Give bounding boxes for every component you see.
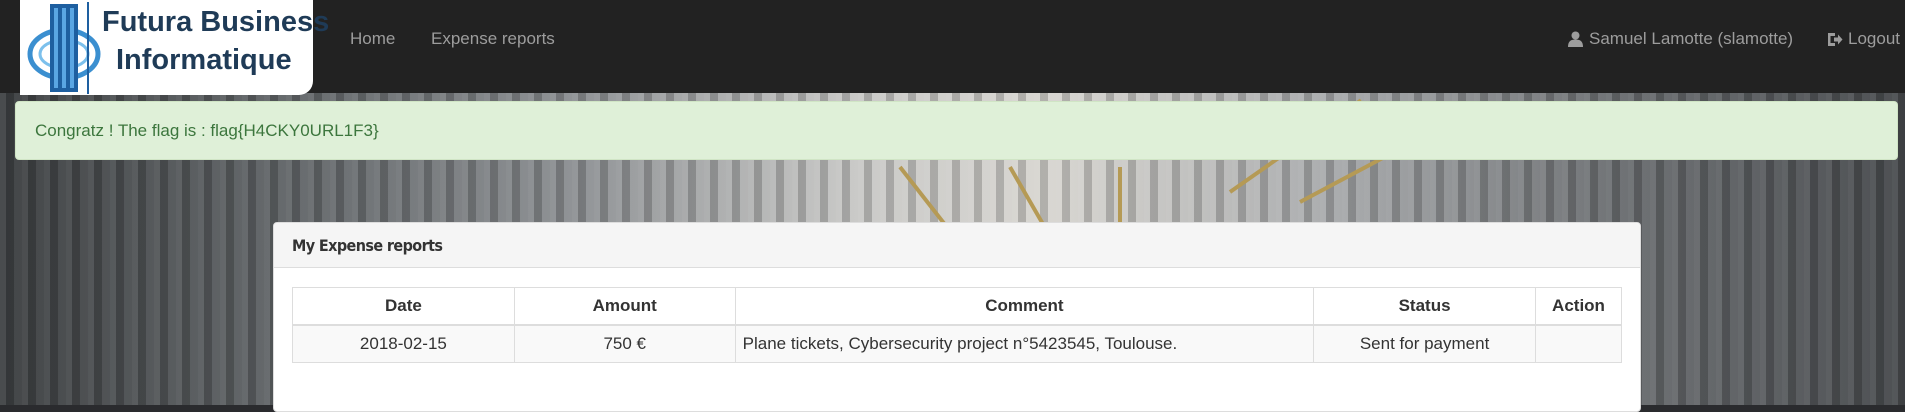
column-header-date: Date [292, 287, 515, 326]
logout-icon [1828, 32, 1843, 46]
cell-amount: 750 € [513, 324, 736, 363]
logout-link[interactable]: Logout [1827, 29, 1900, 49]
nav-home-link[interactable]: Home [350, 29, 395, 49]
table-row: 2018-02-15 750 € Plane tickets, Cybersec… [292, 324, 1622, 363]
building-globe-logo-icon [27, 2, 101, 94]
cell-comment: Plane tickets, Cybersecurity project n°5… [734, 324, 1315, 363]
expense-reports-panel: My Expense reports Date Amount Comment S… [273, 222, 1641, 412]
nav-user-link[interactable]: Samuel Lamotte (slamotte) [1568, 29, 1793, 49]
column-header-status: Status [1313, 287, 1536, 326]
brand-name-line1: Futura Business [102, 6, 330, 38]
nav-expense-reports-link[interactable]: Expense reports [431, 29, 555, 49]
cell-date: 2018-02-15 [292, 324, 515, 363]
success-alert: Congratz ! The flag is : flag{H4CKY0URL1… [15, 101, 1898, 160]
brand-name-line2: Informatique [116, 44, 292, 76]
cell-status: Sent for payment [1313, 324, 1536, 363]
table-header-row: Date Amount Comment Status Action [292, 287, 1622, 326]
column-header-action: Action [1535, 287, 1622, 326]
column-header-comment: Comment [734, 287, 1315, 326]
user-name-label: Samuel Lamotte (slamotte) [1589, 29, 1794, 48]
top-navbar: Futura Business Informatique Home Expens… [0, 0, 1905, 95]
brand-logo[interactable]: Futura Business Informatique [20, 0, 329, 95]
cell-action [1535, 324, 1622, 363]
alert-message: Congratz ! The flag is : flag{H4CKY0URL1… [35, 121, 379, 140]
column-header-amount: Amount [513, 287, 736, 326]
user-icon [1568, 31, 1583, 47]
expense-reports-table: Date Amount Comment Status Action 2018-0… [292, 287, 1622, 363]
logout-label: Logout [1848, 29, 1900, 48]
panel-title: My Expense reports [274, 223, 1640, 268]
